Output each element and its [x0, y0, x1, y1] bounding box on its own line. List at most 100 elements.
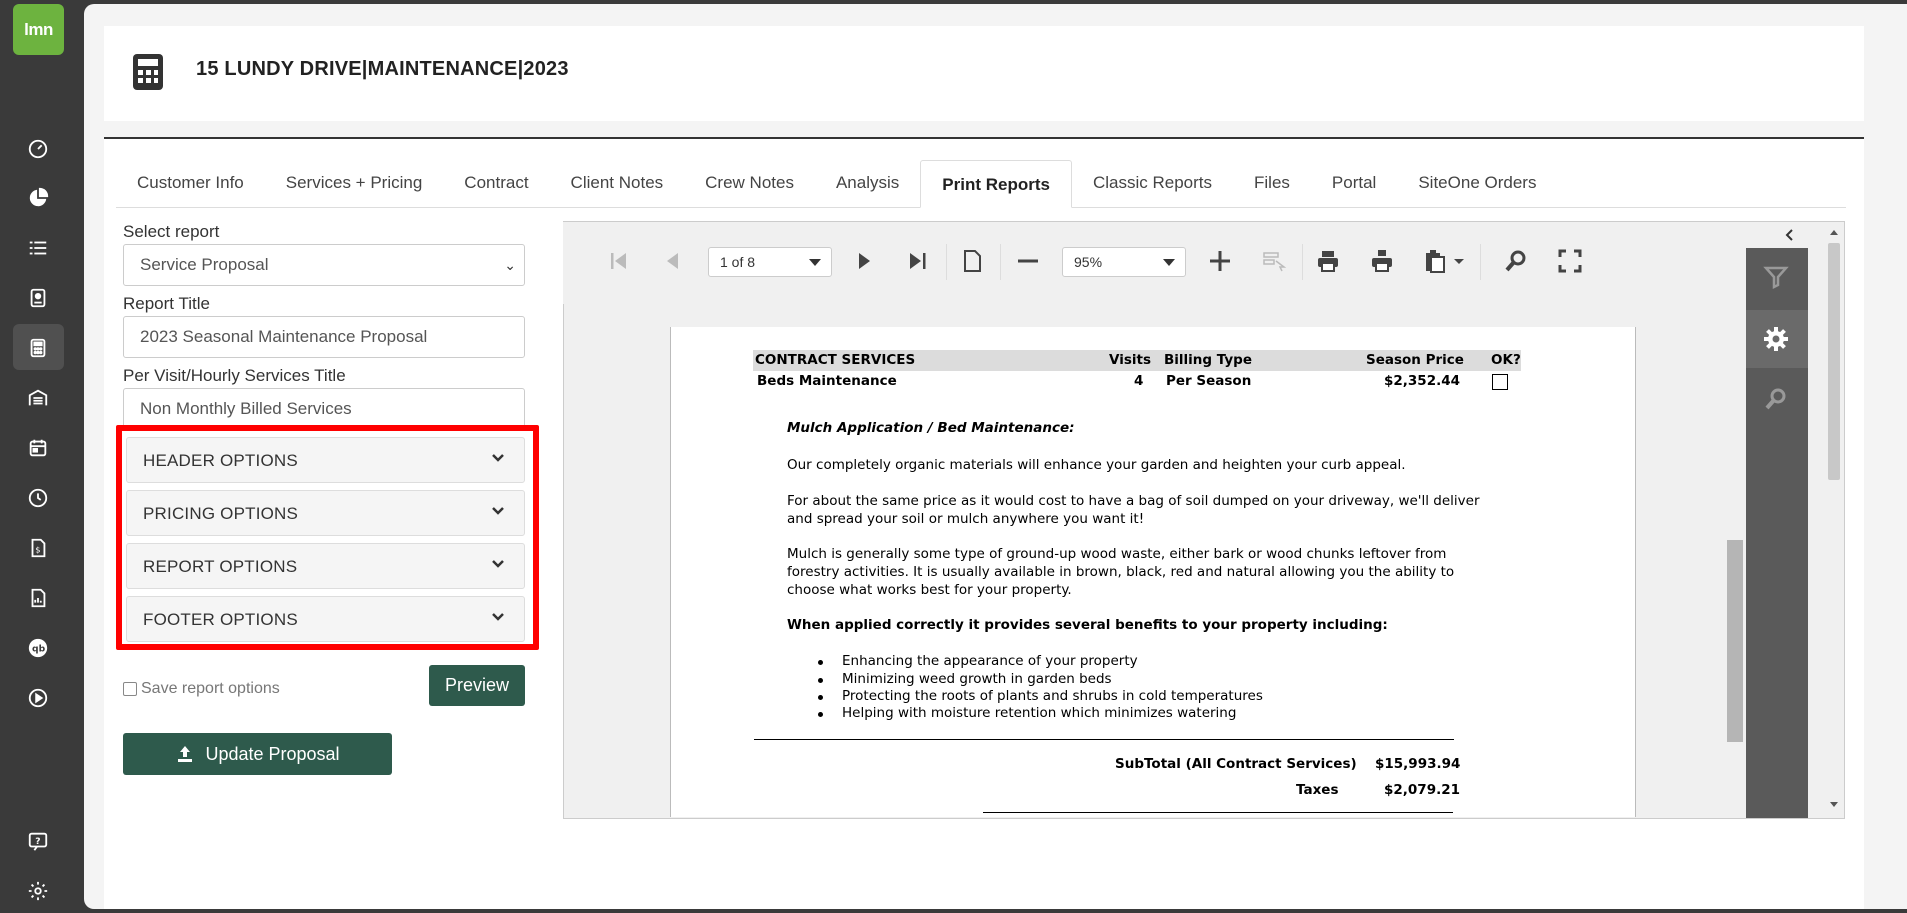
report-paragraph: and spread your soil or mulch anywhere y… [787, 511, 1145, 527]
report-bullet: Enhancing the appearance of your propert… [842, 653, 1138, 669]
page-title: 15 LUNDY DRIVE|MAINTENANCE|2023 [196, 58, 569, 80]
pie-chart-icon[interactable] [26, 186, 50, 210]
report-options-accordion[interactable]: REPORT OPTIONS [126, 543, 525, 589]
pricing-options-label: PRICING OPTIONS [143, 504, 299, 523]
subtotal-value: $15,993.94 [1375, 756, 1461, 772]
tab-siteone-orders[interactable]: SiteOne Orders [1397, 159, 1557, 207]
report-title-input[interactable]: 2023 Seasonal Maintenance Proposal [123, 316, 525, 358]
toolbar-separator [1302, 244, 1303, 280]
settings-icon[interactable] [26, 879, 50, 903]
dropdown-arrow-icon [809, 259, 821, 266]
bullet-point [818, 712, 823, 717]
chevron-down-icon [492, 613, 504, 621]
collapse-panel-icon[interactable] [1780, 224, 1800, 246]
page-indicator: 1 of 8 [720, 254, 756, 270]
viewer-scrollbar-thumb[interactable] [1828, 243, 1840, 480]
report-col-billing: Billing Type [1164, 352, 1253, 368]
report-divider [754, 739, 1454, 740]
pricing-options-accordion[interactable]: PRICING OPTIONS [126, 490, 525, 536]
report-paragraph: Our completely organic materials will en… [787, 457, 1406, 473]
last-page-icon[interactable] [904, 246, 932, 276]
invoice-icon[interactable]: $ [26, 536, 50, 560]
report-paragraph: choose what works best for your property… [787, 582, 1072, 598]
per-visit-title-label: Per Visit/Hourly Services Title [123, 366, 346, 385]
print-icon[interactable] [1314, 246, 1342, 276]
dashboard-icon[interactable] [26, 137, 50, 161]
tab-print-reports[interactable]: Print Reports [920, 160, 1072, 208]
dropdown-arrow-icon [1163, 259, 1175, 266]
bullet-point [818, 695, 823, 700]
per-visit-title-input[interactable]: Non Monthly Billed Services [123, 388, 525, 430]
play-icon[interactable] [26, 686, 50, 710]
zoom-selector[interactable]: 95% [1062, 247, 1186, 277]
warehouse-icon[interactable] [26, 386, 50, 410]
calendar-icon[interactable] [26, 436, 50, 460]
page-selector[interactable]: 1 of 8 [708, 247, 832, 277]
scroll-down-icon[interactable] [1826, 796, 1842, 814]
update-proposal-button[interactable]: Update Proposal [123, 733, 392, 775]
clock-icon[interactable] [26, 486, 50, 510]
tab-customer-info[interactable]: Customer Info [116, 159, 265, 207]
fullscreen-icon[interactable] [1556, 246, 1584, 276]
toolbar-separator [1480, 244, 1481, 280]
export-icon[interactable] [1422, 246, 1450, 276]
contact-card-icon[interactable] [26, 286, 50, 310]
zoom-value: 95% [1074, 254, 1103, 270]
parameters-filter-icon[interactable] [1761, 262, 1791, 292]
select-report-dropdown[interactable]: Service Proposal ⌄ [123, 244, 525, 286]
calculator-icon [128, 52, 168, 92]
footer-options-accordion[interactable]: FOOTER OPTIONS [126, 596, 525, 642]
taxes-value: $2,079.21 [1384, 782, 1461, 798]
document-scrollbar-thumb[interactable] [1727, 540, 1743, 742]
taxes-label: Taxes [1296, 782, 1339, 798]
report-col-services: CONTRACT SERVICES [755, 352, 916, 368]
tab-files[interactable]: Files [1233, 159, 1311, 207]
tab-classic-reports[interactable]: Classic Reports [1072, 159, 1233, 207]
lmn-logo[interactable]: lmn [13, 4, 64, 55]
preview-button[interactable]: Preview [429, 665, 525, 706]
tab-crew-notes[interactable]: Crew Notes [684, 159, 815, 207]
search-icon[interactable] [1502, 246, 1530, 276]
ok-checkbox [1492, 374, 1508, 390]
svg-text:qb: qb [32, 644, 46, 655]
report-paragraph: Mulch is generally some type of ground-u… [787, 546, 1447, 562]
report-paragraph: For about the same price as it would cos… [787, 493, 1480, 509]
header-options-accordion[interactable]: HEADER OPTIONS [126, 437, 525, 483]
help-icon[interactable]: ? [26, 829, 50, 853]
gear-icon[interactable] [1761, 324, 1791, 354]
prev-page-icon[interactable] [659, 246, 687, 276]
zoom-out-icon[interactable] [1014, 246, 1042, 276]
report-bullet: Minimizing weed growth in garden beds [842, 671, 1112, 687]
export-dropdown-icon[interactable] [1452, 246, 1466, 276]
upload-icon [178, 746, 193, 762]
scroll-up-icon[interactable] [1826, 223, 1842, 241]
report-paragraph: forestry activities. It is usually avail… [787, 564, 1455, 580]
report-row-visits: 4 [1134, 373, 1144, 389]
single-page-icon[interactable] [958, 246, 986, 276]
chevron-down-icon [492, 560, 504, 568]
tab-services-pricing[interactable]: Services + Pricing [265, 159, 444, 207]
report-row-price: $2,352.44 [1384, 373, 1461, 389]
report-icon[interactable] [26, 586, 50, 610]
tab-analysis[interactable]: Analysis [815, 159, 920, 207]
save-options-checkbox[interactable] [123, 682, 137, 696]
list-icon[interactable] [26, 236, 50, 260]
report-options-label: REPORT OPTIONS [143, 557, 298, 576]
highlight-editing-fields-icon[interactable] [1260, 246, 1288, 276]
first-page-icon[interactable] [605, 246, 633, 276]
report-bullet: Protecting the roots of plants and shrub… [842, 688, 1263, 704]
subtotal-label: SubTotal (All Contract Services) [1115, 756, 1357, 772]
print-page-icon[interactable] [1368, 246, 1396, 276]
tab-portal[interactable]: Portal [1311, 159, 1397, 207]
quickbooks-icon[interactable]: qb [26, 636, 50, 660]
search-panel-icon[interactable] [1761, 384, 1791, 414]
tab-contract[interactable]: Contract [443, 159, 549, 207]
report-row-service: Beds Maintenance [757, 373, 897, 389]
report-bullet: Helping with moisture retention which mi… [842, 705, 1237, 721]
calculator-icon[interactable] [26, 336, 50, 360]
next-page-icon[interactable] [850, 246, 878, 276]
svg-text:?: ? [35, 836, 40, 847]
zoom-in-icon[interactable] [1206, 246, 1234, 276]
tab-client-notes[interactable]: Client Notes [550, 159, 685, 207]
chevron-down-icon [492, 454, 504, 462]
